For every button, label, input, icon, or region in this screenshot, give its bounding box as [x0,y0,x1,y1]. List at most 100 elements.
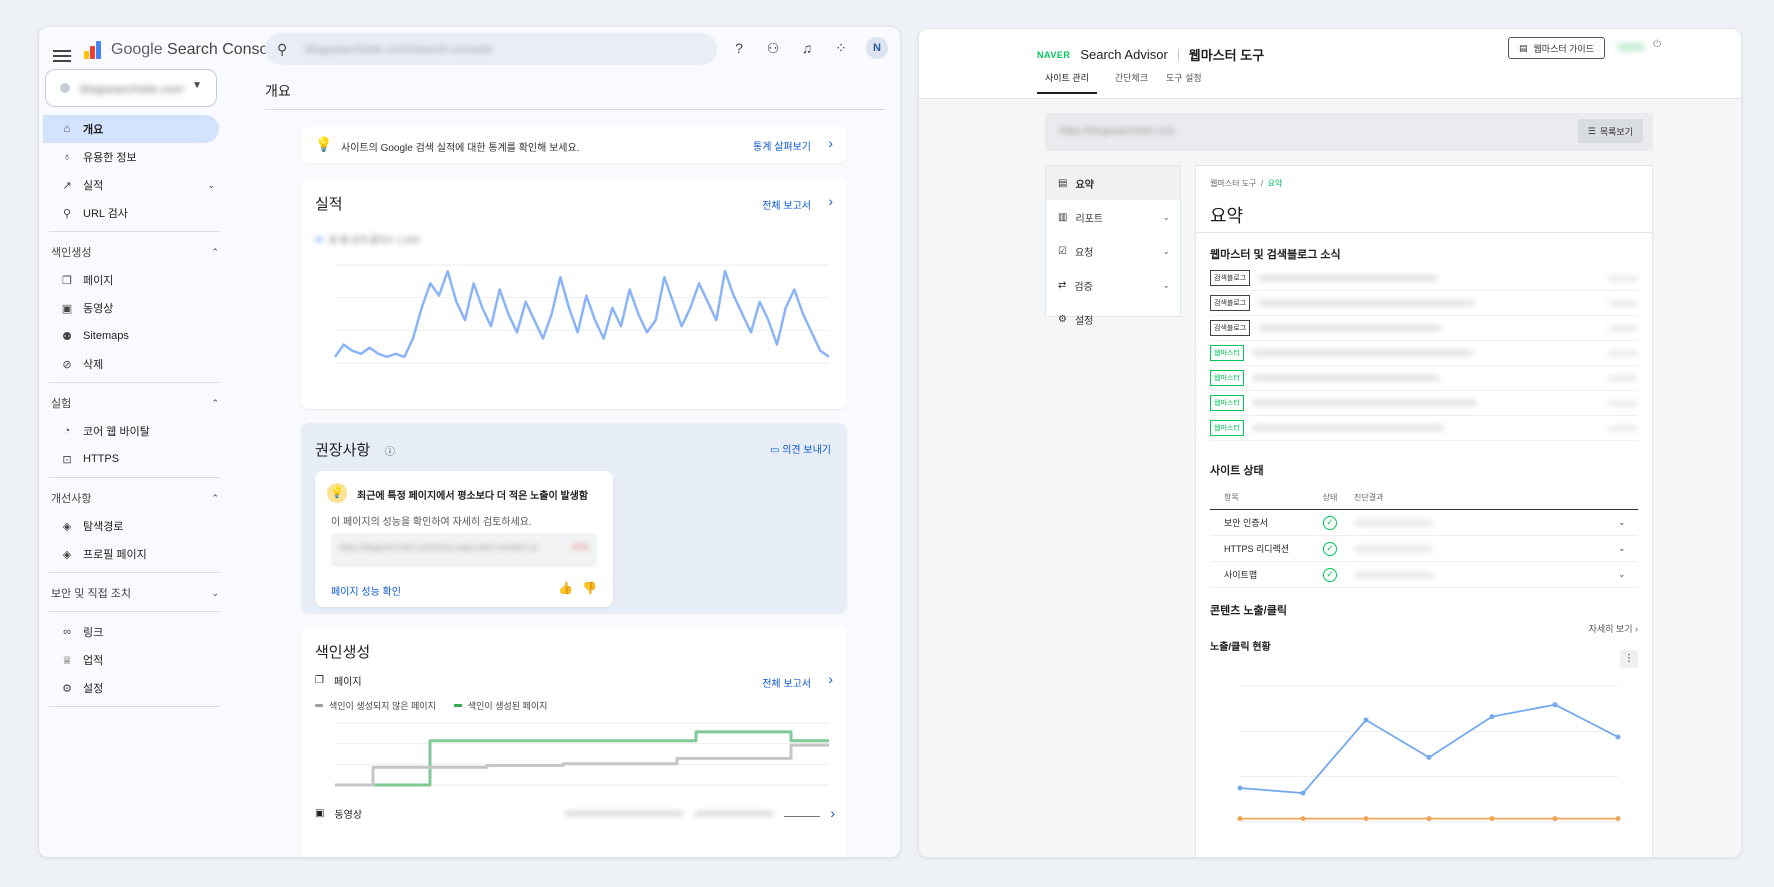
thumbs-up-icon[interactable]: 👍 [558,581,573,595]
info-icon[interactable]: ⓘ [385,443,395,458]
chevron-icon: ⌄ [1162,211,1170,222]
thumbs-down-icon[interactable]: 👎 [582,581,597,595]
manage-users-icon[interactable]: ⚇ [764,39,782,57]
naver-side-label: 요청 [1074,247,1094,259]
video-stat-2 [694,810,775,816]
naver-side-item[interactable]: ☑ 요청 ⌄ [1046,234,1180,268]
news-row[interactable]: 웹마스터 [1210,391,1638,416]
recommendation-title: 최근에 특정 페이지에서 평소보다 더 적은 노출이 발생함 [357,491,589,502]
chevron-icon: ⌄ [211,587,219,598]
sidebar-group[interactable]: 실험 ⌃ [39,389,227,417]
sidebar-item[interactable]: ↗ 실적 ⌄ [43,171,223,199]
chevron-down-icon[interactable]: ⌄ [1618,517,1638,528]
news-row[interactable]: 웹마스터 [1210,416,1638,441]
data-point [1615,734,1621,740]
naver-body: https://blogsearchsite.com ☰ 목록보기 ▤ 요약 ▥ 리포트… [919,99,1741,857]
sidebar-item[interactable]: ⌂ 개요 [43,115,219,143]
help-icon[interactable]: ? [730,39,748,57]
sidebar-item[interactable]: ♁ 유용한 정보 [43,143,223,171]
data-point [1552,816,1558,822]
naver-tabs: 사이트 관리 간단체크 도구 설정 [1037,71,1202,94]
sidebar-item-label: 유용한 정보 [83,152,137,164]
news-row[interactable]: 웹마스터 [1210,366,1638,391]
list-view-button[interactable]: ☰ 목록보기 [1577,119,1643,143]
news-date [1608,350,1638,356]
sidebar-item-label: 설정 [83,683,104,695]
avatar[interactable]: N [866,37,888,59]
power-icon[interactable]: ⏻ [1653,39,1661,50]
legend-indexed: 색인이 생성된 페이지 [453,699,547,712]
sidebar-item[interactable]: ♕ 업적 [43,646,223,674]
sidebar-item[interactable]: ▣ 동영상 [43,294,223,322]
naver-tab[interactable]: 간단체크 [1115,71,1148,94]
naver-tab[interactable]: 도구 설정 [1166,71,1202,94]
news-date [1608,325,1638,331]
sidebar-item[interactable]: ⊘ 삭제 [43,350,223,378]
video-row[interactable]: ▣ 동영상 › [315,805,835,821]
chevron-right-icon[interactable]: › [828,193,833,209]
sidebar-item[interactable]: ⚙ 설정 [43,674,223,702]
news-row[interactable]: 웹마스터 [1210,341,1638,366]
news-row[interactable]: 검색블로그 [1210,291,1638,316]
naver-side-item[interactable]: ⇄ 검증 ⌄ [1046,268,1180,302]
sidebar-item[interactable]: ⚲ URL 검사 [43,199,223,227]
status-row[interactable]: 사이트맵 ✓ ⌄ [1210,562,1638,588]
sidebar-item-label: Sitemaps [83,330,129,342]
chevron-right-icon[interactable]: › [828,135,833,151]
news-date [1608,275,1638,281]
sidebar-item[interactable]: ⚉ Sitemaps [43,322,223,350]
gsc-search-input[interactable]: ⚲ blogsearchsite.com/search-console [265,33,717,65]
sidebar-item[interactable]: ❐ 페이지 [43,266,223,294]
naver-tab[interactable]: 사이트 관리 [1037,71,1097,94]
news-row[interactable]: 검색블로그 [1210,316,1638,341]
indexing-full-report-link[interactable]: 전체 보고서 [762,675,811,690]
sidebar-divider [49,706,219,707]
send-feedback-link[interactable]: ▭ 의견 보내기 [770,441,831,456]
chevron-right-icon[interactable]: › [830,805,835,821]
sidebar-item[interactable]: ◈ 탐색경로 [43,512,223,540]
chevron-down-icon[interactable]: ⌄ [1618,569,1638,580]
naver-side-item[interactable]: ▥ 리포트 ⌄ [1046,200,1180,234]
sidebar-item[interactable]: ◔ 코어 웹 바이탈 [43,417,223,445]
apps-grid-icon[interactable]: ⁘ [832,39,850,57]
user-name[interactable] [1617,43,1645,51]
series-line [333,269,830,359]
insight-link[interactable]: 통계 살펴보기 [753,138,811,153]
sidebar-item[interactable]: ∞ 링크 [43,618,223,646]
indexing-chart [335,722,829,787]
naver-logo[interactable]: NAVER Search Advisor 웹마스터 도구 [1037,45,1264,64]
removal-icon: ⊘ [62,358,72,371]
naver-side-item[interactable]: ▤ 요약 [1046,166,1180,200]
report-icon: ▥ [1058,211,1068,223]
property-selector[interactable]: blogsearchsite.com ▼ [45,69,217,107]
sidebar-group-label: 실험 [51,398,72,410]
list-icon: ☰ [1587,125,1596,136]
naver-side-item[interactable]: ⚙ 설정 [1046,302,1180,336]
data-point [1489,714,1495,720]
sidebar-item[interactable]: ⊡ HTTPS [43,445,223,473]
sidebar-group[interactable]: 개선사항 ⌃ [39,484,227,512]
performance-legend: 총 웹 검색 클릭수 1,000 [315,233,419,246]
webmaster-guide-button[interactable]: ▤ 웹마스터 가이드 [1508,37,1605,59]
chevron-right-icon[interactable]: › [828,671,833,687]
sidebar-item-label: 프로필 페이지 [83,549,147,561]
sidebar-divider [49,231,219,232]
see-more-link[interactable]: 자세히 보기 › [1589,622,1638,635]
check-page-performance-link[interactable]: 페이지 성능 확인 [331,583,401,598]
clipboard-icon: ▤ [1058,177,1068,189]
gsc-logo[interactable]: Google Search Console [83,39,281,61]
menu-icon[interactable] [53,47,71,65]
status-row[interactable]: HTTPS 리디렉션 ✓ ⌄ [1210,536,1638,562]
sidebar-item-label: 탐색경로 [83,521,124,533]
sidebar-item[interactable]: ◈ 프로필 페이지 [43,540,223,568]
bell-icon[interactable]: ♫ [798,39,816,57]
status-row[interactable]: 보안 인증서 ✓ ⌄ [1210,510,1638,536]
news-row[interactable]: 검색블로그 [1210,266,1638,291]
sidebar-group[interactable]: 색인생성 ⌃ [39,238,227,266]
chevron-down-icon[interactable]: ⌄ [1618,543,1638,554]
sidebar-group[interactable]: 보안 및 직접 조치 ⌄ [39,579,227,607]
more-vert-icon[interactable]: ⋮ [1620,650,1638,668]
performance-full-report-link[interactable]: 전체 보고서 [762,197,811,212]
lightbulb-icon: ♁ [62,151,72,163]
video-sparkline [784,809,821,817]
